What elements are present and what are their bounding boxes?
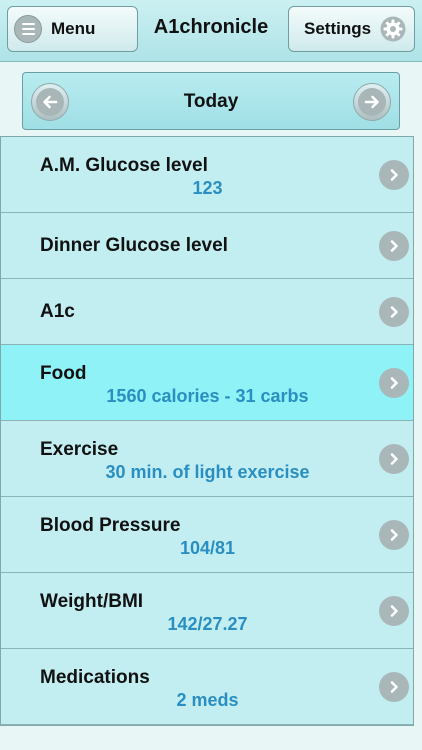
chevron-right-icon [379,296,409,327]
list-item-label: Exercise [40,439,119,460]
arrow-left-icon [43,95,58,109]
current-date-label: Today [183,91,239,112]
list-item-medications[interactable]: Medications 2 meds [1,649,413,725]
list-item-value: 2 meds [176,690,239,710]
chevron-right-icon [379,595,409,626]
previous-day-button[interactable] [31,83,69,121]
app-title: A1chronicle [153,16,269,38]
list-item-value: 30 min. of light exercise [105,462,310,482]
date-navigator: Today [22,72,400,130]
list-item-value: 1560 calories - 31 carbs [106,386,309,406]
top-navigation-bar: Menu A1chronicle Settings [0,0,422,62]
list-item-label: Blood Pressure [40,515,181,536]
list-item-label: Dinner Glucose level [40,235,228,256]
settings-button-label: Settings [304,19,372,38]
list-item-a1c[interactable]: A1c [1,279,413,345]
menu-button[interactable]: Menu [7,6,138,52]
chevron-right-icon [379,519,409,550]
list-item-weight-bmi[interactable]: Weight/BMI 142/27.27 [1,573,413,649]
chevron-right-icon [379,367,409,398]
list-item-value: 104/81 [179,538,236,558]
list-item-food[interactable]: Food 1560 calories - 31 carbs [1,345,413,421]
settings-button[interactable]: Settings [288,6,415,52]
list-item-am-glucose[interactable]: A.M. Glucose level 123 [1,137,413,213]
list-item-label: Food [40,363,87,384]
arrow-right-icon [364,95,379,109]
next-day-button[interactable] [353,83,391,121]
list-item-label: A1c [40,301,75,322]
gear-icon [380,16,406,42]
daily-entries-list: A.M. Glucose level 123 Dinner Glucose le… [0,136,414,726]
chevron-right-icon [379,671,409,702]
list-item-value: 142/27.27 [167,614,248,634]
chevron-right-icon [379,230,409,261]
chevron-right-icon [379,159,409,190]
list-item-blood-pressure[interactable]: Blood Pressure 104/81 [1,497,413,573]
list-item-label: A.M. Glucose level [40,155,208,176]
list-item-value: 123 [192,178,223,198]
list-item-label: Weight/BMI [40,591,144,612]
list-item-exercise[interactable]: Exercise 30 min. of light exercise [1,421,413,497]
list-item-dinner-glucose[interactable]: Dinner Glucose level [1,213,413,279]
app-screen: Menu A1chronicle Settings Today A.M. Glu… [0,0,422,750]
list-item-label: Medications [40,667,150,688]
hamburger-menu-icon [14,15,42,43]
chevron-right-icon [379,443,409,474]
menu-button-label: Menu [51,19,96,38]
